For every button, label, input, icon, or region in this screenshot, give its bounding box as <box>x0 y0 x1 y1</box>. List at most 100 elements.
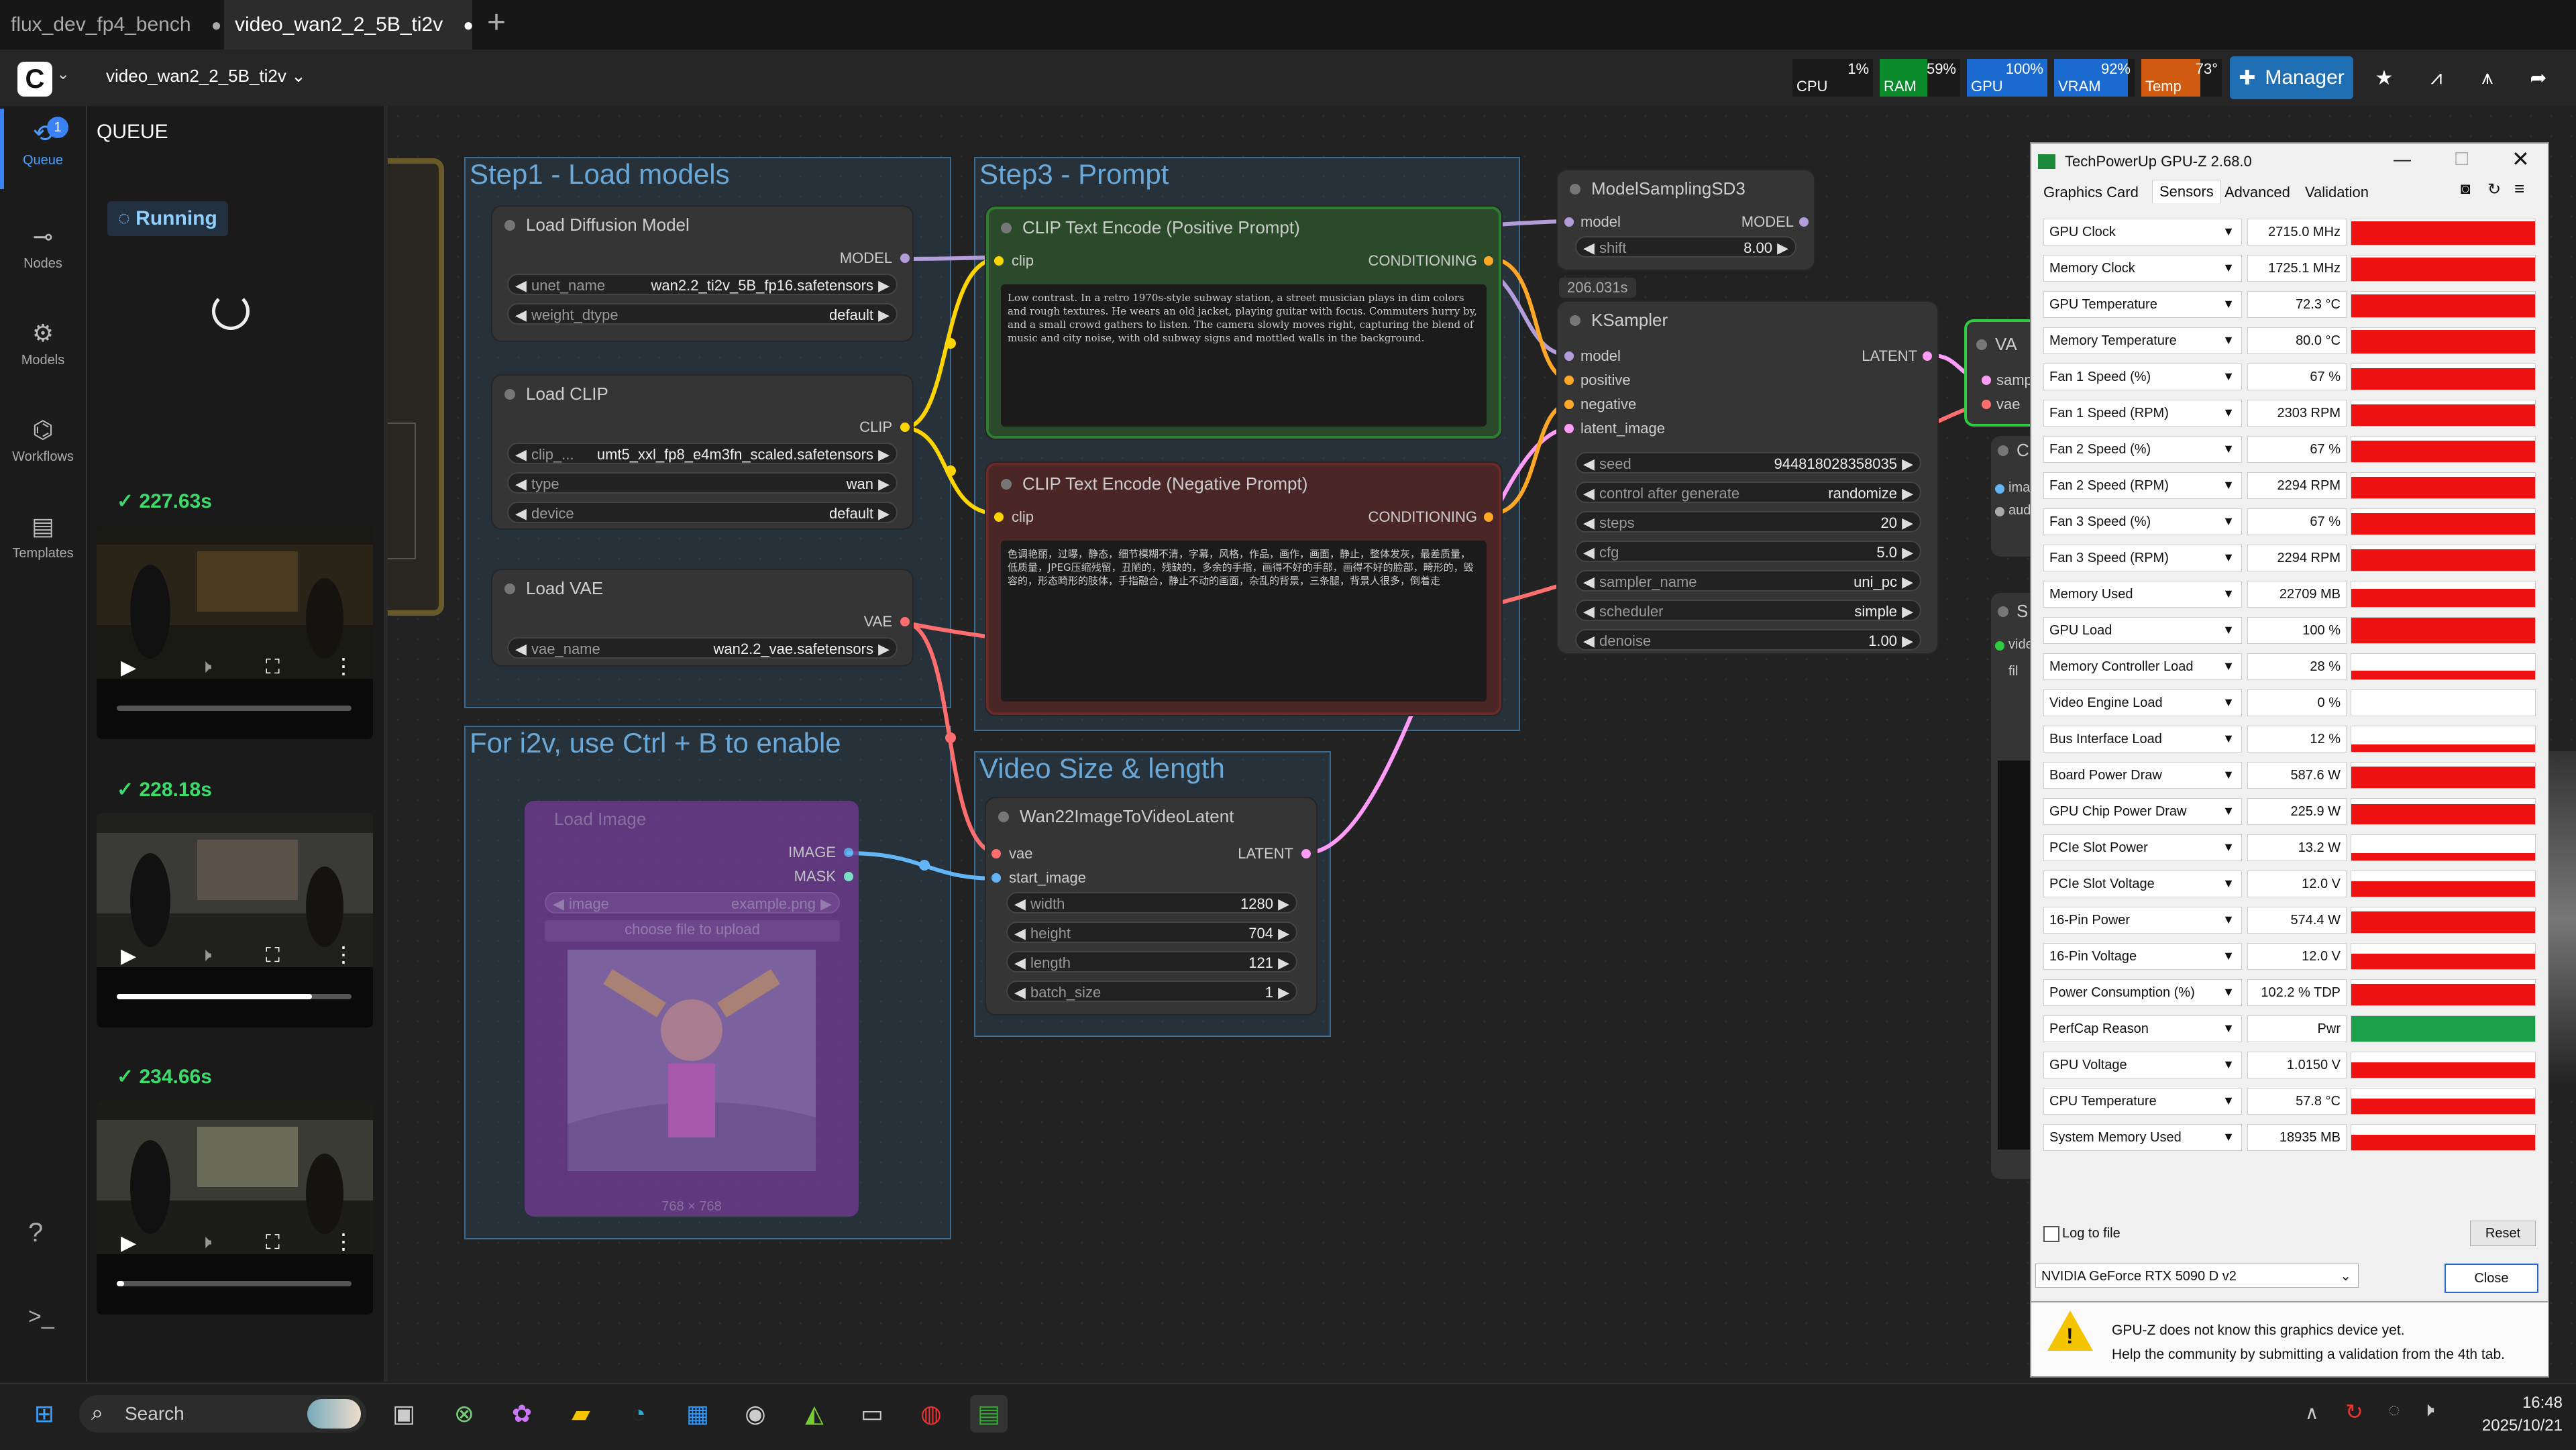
sensor-name[interactable]: Video Engine Load ▼ <box>2043 689 2242 716</box>
terminal-app-icon[interactable]: ▭ <box>853 1395 891 1433</box>
node-load-diffusion-model[interactable]: Load Diffusion Model MODEL ◀ unet_name wan… <box>492 207 912 341</box>
xbox-icon[interactable]: ⊗ <box>445 1395 483 1433</box>
widget-width[interactable]: ◀ width 1280 ▶ <box>1006 892 1297 913</box>
input-slot-samples[interactable] <box>1982 376 1991 385</box>
clock-date[interactable]: 2025/10/21 <box>2455 1416 2563 1435</box>
widget-denoise[interactable]: ◀ denoise 1.00 ▶ <box>1575 629 1921 651</box>
widget-scheduler[interactable]: ◀ scheduler simple ▶ <box>1575 600 1921 621</box>
input-slot-model[interactable] <box>1564 351 1574 361</box>
reset-button[interactable]: Reset <box>2470 1221 2536 1246</box>
output-slot[interactable] <box>1484 256 1493 266</box>
widget-length[interactable]: ◀ length 121 ▶ <box>1006 951 1297 972</box>
sensor-name[interactable]: Memory Clock ▼ <box>2043 255 2242 282</box>
widget-type[interactable]: ◀ type wan ▶ <box>507 472 898 494</box>
sensor-name[interactable]: Fan 3 Speed (%) ▼ <box>2043 508 2242 535</box>
nvidia-icon[interactable]: ◭ <box>796 1395 833 1433</box>
widget-image[interactable]: ◀ image example.png ▶ <box>545 892 840 913</box>
output-slot[interactable] <box>1923 351 1932 361</box>
node-clip-text-positive[interactable]: CLIP Text Encode (Positive Prompt) clip … <box>986 207 1501 439</box>
node-load-image[interactable]: Load Image IMAGE MASK ◀ image example.png ▶… <box>525 801 859 1217</box>
output-slot-image[interactable] <box>844 848 853 857</box>
log-to-file-checkbox[interactable] <box>2043 1226 2059 1242</box>
input-slot-vae[interactable] <box>1982 400 1991 409</box>
sensor-name[interactable]: GPU Temperature ▼ <box>2043 291 2242 318</box>
widget-cfg[interactable]: ◀ cfg 5.0 ▶ <box>1575 541 1921 562</box>
edge-icon[interactable]: ◔ <box>620 1395 657 1433</box>
sensor-name[interactable]: Fan 2 Speed (RPM) ▼ <box>2043 472 2242 499</box>
sensor-name[interactable]: GPU Chip Power Draw ▼ <box>2043 798 2242 825</box>
camera-icon[interactable]: ◙ <box>2461 180 2471 199</box>
node-load-clip[interactable]: Load CLIP CLIP ◀ clip_... umt5_xxl_fp8_e4m… <box>492 376 912 528</box>
sensor-name[interactable]: Fan 1 Speed (%) ▼ <box>2043 364 2242 390</box>
clock-time[interactable]: 16:48 <box>2469 1394 2563 1412</box>
gpuz-tab-validation[interactable]: Validation <box>2305 184 2369 201</box>
sensor-name[interactable]: PerfCap Reason ▼ <box>2043 1015 2242 1042</box>
input-slot-clip[interactable] <box>994 256 1004 266</box>
widget-batch-size[interactable]: ◀ batch_size 1 ▶ <box>1006 981 1297 1002</box>
input-slot[interactable] <box>1995 507 2004 516</box>
gpuz-window[interactable]: TechPowerUp GPU-Z 2.68.0 — ☐ ✕ Graphics … <box>2030 142 2549 1302</box>
output-slot[interactable] <box>900 254 910 263</box>
maximize-icon[interactable]: ☐ <box>2454 149 2469 170</box>
steam-icon[interactable]: ◉ <box>737 1395 774 1433</box>
widget-unet-name[interactable]: ◀ unet_name wan2.2_ti2v_5B_fp16.safetensor… <box>507 274 898 295</box>
network-icon[interactable]: ◌ <box>2388 1399 2400 1422</box>
output-slot-mask[interactable] <box>844 872 853 881</box>
input-slot-clip[interactable] <box>994 512 1004 522</box>
output-slot[interactable] <box>900 423 910 432</box>
node-model-sampling-sd3[interactable]: ModelSamplingSD3 model MODEL ◀ shift 8.00 ▶ <box>1558 170 1814 270</box>
widget-height[interactable]: ◀ height 704 ▶ <box>1006 922 1297 943</box>
sensor-name[interactable]: Power Consumption (%) ▼ <box>2043 979 2242 1006</box>
input-slot[interactable] <box>1995 484 2004 494</box>
widget-shift[interactable]: ◀ shift 8.00 ▶ <box>1575 236 1796 258</box>
sensor-name[interactable]: 16-Pin Voltage ▼ <box>2043 943 2242 970</box>
sensor-name[interactable]: GPU Voltage ▼ <box>2043 1052 2242 1078</box>
widget-clip-name[interactable]: ◀ clip_... umt5_xxl_fp8_e4m3fn_scaled.safe… <box>507 443 898 464</box>
sensor-name[interactable]: Memory Used ▼ <box>2043 581 2242 608</box>
sensor-name[interactable]: Bus Interface Load ▼ <box>2043 726 2242 752</box>
sensor-name[interactable]: GPU Clock ▼ <box>2043 219 2242 245</box>
widget-seed[interactable]: ◀ seed 944818028358035 ▶ <box>1575 452 1921 473</box>
widget-device[interactable]: ◀ device default ▶ <box>507 502 898 523</box>
upload-button[interactable]: choose file to upload <box>545 920 840 942</box>
widget-vae-name[interactable]: ◀ vae_name wan2.2_vae.safetensors ▶ <box>507 637 898 659</box>
gpuz-tab-graphics-card[interactable]: Graphics Card <box>2043 184 2139 201</box>
input-slot-start-image[interactable] <box>991 873 1001 883</box>
input-slot-positive[interactable] <box>1564 376 1574 385</box>
node-load-vae[interactable]: Load VAE VAE ◀ vae_name wan2.2_vae.safeten… <box>492 570 912 665</box>
sensor-name[interactable]: Memory Temperature ▼ <box>2043 327 2242 354</box>
tray-app-icon[interactable]: ↻ <box>2345 1399 2363 1425</box>
gpuz-tab-sensors[interactable]: Sensors <box>2152 180 2221 203</box>
sensor-name[interactable]: System Memory Used ▼ <box>2043 1124 2242 1151</box>
close-icon[interactable]: ✕ <box>2512 146 2530 172</box>
copilot-icon[interactable]: ✿ <box>503 1395 541 1433</box>
node-clip-text-negative[interactable]: CLIP Text Encode (Negative Prompt) clip … <box>986 463 1501 715</box>
widget-control-after-generate[interactable]: ◀ control after generate randomize ▶ <box>1575 482 1921 503</box>
output-slot[interactable] <box>1799 217 1809 227</box>
tray-chevron-icon[interactable]: ∧ <box>2305 1402 2319 1424</box>
menu-icon[interactable]: ≡ <box>2514 178 2524 199</box>
output-slot[interactable] <box>900 617 910 626</box>
input-slot[interactable] <box>1995 641 2004 651</box>
windows-start-icon[interactable]: ⊞ <box>25 1395 63 1433</box>
sensor-name[interactable]: Memory Controller Load ▼ <box>2043 653 2242 680</box>
input-slot-negative[interactable] <box>1564 400 1574 409</box>
node-wan22-latent[interactable]: Wan22ImageToVideoLatent vae start_image … <box>986 798 1316 1014</box>
positive-prompt-text[interactable]: Low contrast. In a retro 1970s-style sub… <box>1001 284 1487 427</box>
gpuz-taskbar-icon[interactable]: ▤ <box>970 1395 1008 1433</box>
sensor-name[interactable]: Fan 3 Speed (RPM) ▼ <box>2043 545 2242 571</box>
widget-sampler-name[interactable]: ◀ sampler_name uni_pc ▶ <box>1575 570 1921 592</box>
sensor-name[interactable]: 16-Pin Power ▼ <box>2043 907 2242 934</box>
chrome-icon[interactable]: ◍ <box>912 1395 950 1433</box>
sensor-name[interactable]: GPU Load ▼ <box>2043 617 2242 644</box>
output-slot[interactable] <box>1301 849 1311 858</box>
sensor-name[interactable]: Board Power Draw ▼ <box>2043 762 2242 789</box>
refresh-icon[interactable]: ↻ <box>2487 180 2501 199</box>
store-icon[interactable]: ▦ <box>679 1395 716 1433</box>
file-explorer-icon[interactable]: ▰ <box>562 1395 600 1433</box>
negative-prompt-text[interactable]: 色调艳丽，过曝，静态，细节模糊不清，字幕，风格，作品，画作，画面，静止，整体发灰… <box>1001 541 1487 702</box>
device-select[interactable]: NVIDIA GeForce RTX 5090 D v2 ⌄ <box>2035 1264 2359 1288</box>
minimize-icon[interactable]: — <box>2394 149 2411 170</box>
node-ksampler[interactable]: KSampler model positive negative latent_… <box>1558 302 1937 653</box>
sensor-name[interactable]: Fan 1 Speed (RPM) ▼ <box>2043 400 2242 427</box>
